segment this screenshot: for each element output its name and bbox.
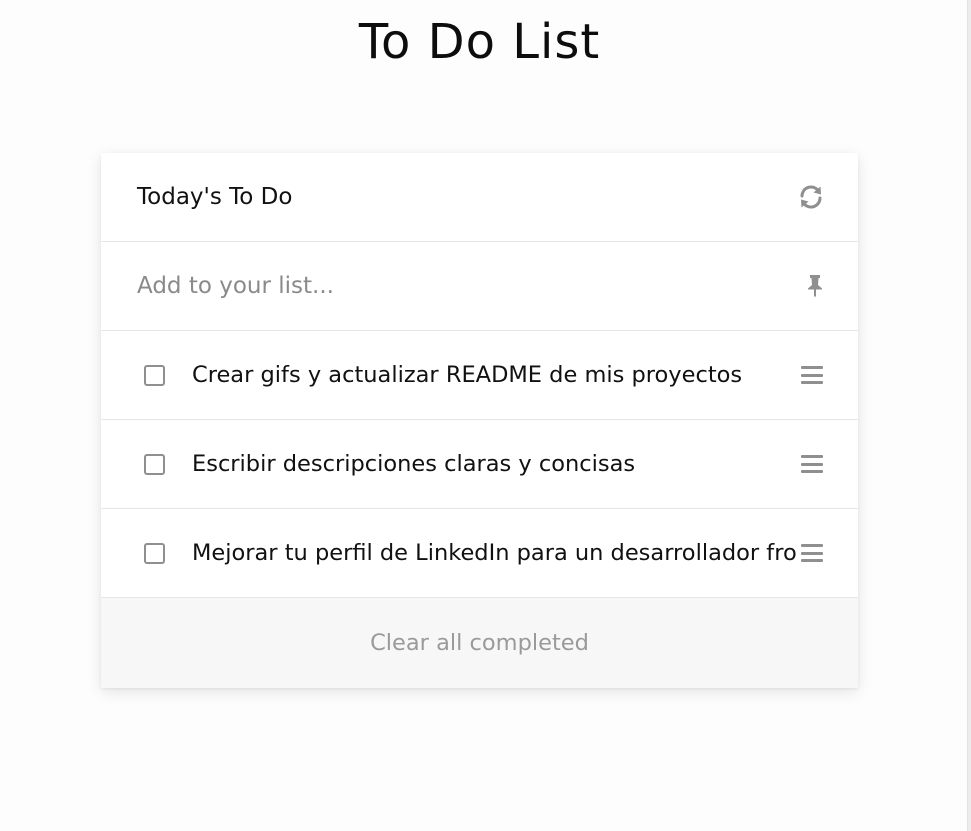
pin-icon[interactable] (806, 274, 824, 298)
card-title: Today's To Do (137, 184, 293, 210)
card-footer: Clear all completed (101, 598, 858, 688)
todo-item: Escribir descripciones claras y concisas (101, 420, 858, 509)
todo-card: Today's To Do Crear gifs y actualizar RE… (101, 153, 858, 688)
card-header: Today's To Do (101, 153, 858, 242)
todo-checkbox[interactable] (144, 542, 165, 564)
todo-text: Mejorar tu perfil de LinkedIn para un de… (192, 540, 798, 566)
drag-handle-icon[interactable] (801, 366, 823, 384)
todo-item: Mejorar tu perfil de LinkedIn para un de… (101, 509, 858, 598)
drag-handle-icon[interactable] (801, 455, 823, 473)
todo-checkbox[interactable] (144, 364, 165, 386)
todo-checkbox[interactable] (144, 453, 165, 475)
add-item-row (101, 242, 858, 331)
page-title: To Do List (358, 14, 601, 70)
todo-text: Crear gifs y actualizar README de mis pr… (192, 362, 743, 388)
add-item-input[interactable] (137, 273, 697, 299)
clear-completed-button[interactable]: Clear all completed (370, 630, 589, 656)
todo-item: Crear gifs y actualizar README de mis pr… (101, 331, 858, 420)
drag-handle-icon[interactable] (801, 544, 823, 562)
todo-text: Escribir descripciones claras y concisas (192, 451, 636, 477)
refresh-icon[interactable] (798, 185, 824, 209)
window-edge (967, 0, 971, 831)
